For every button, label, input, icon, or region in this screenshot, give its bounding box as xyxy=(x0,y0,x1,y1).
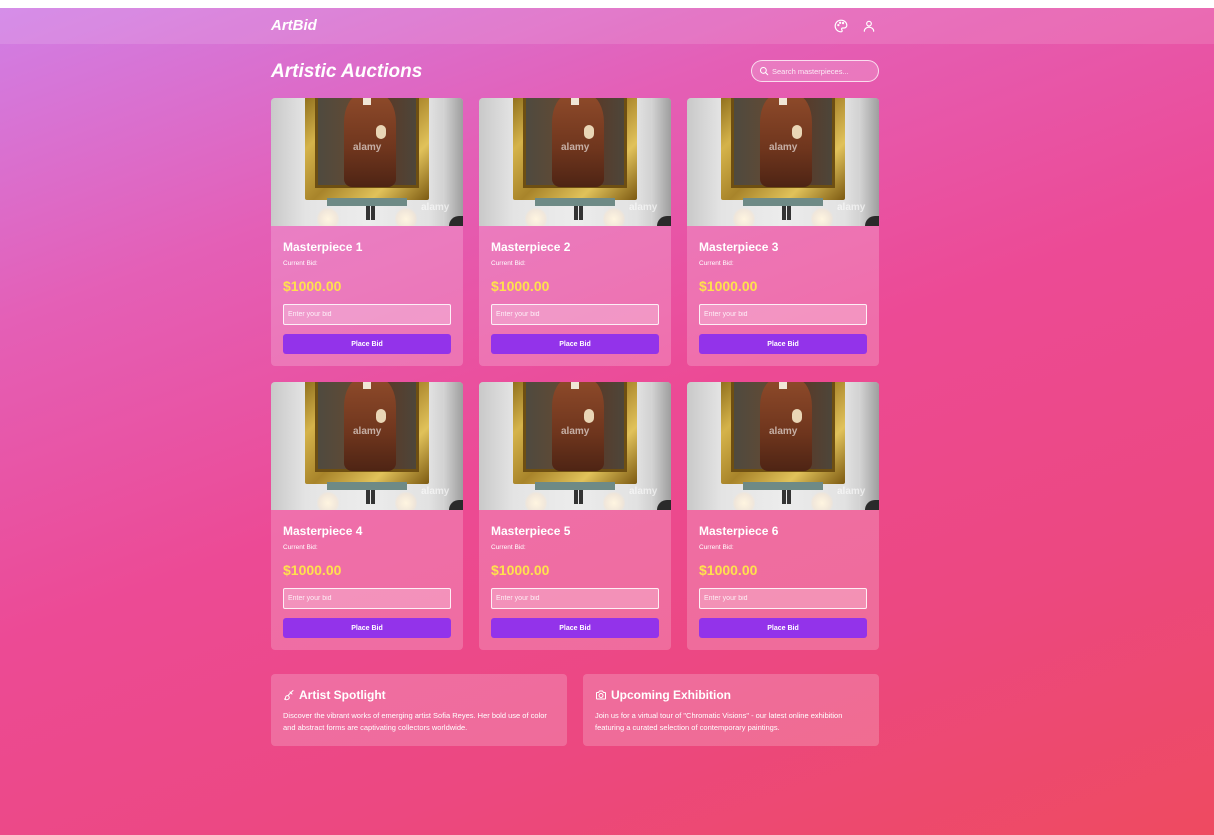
current-bid-value: $1000.00 xyxy=(699,278,758,294)
image-watermark: alamy xyxy=(629,202,658,213)
current-bid-label: Current Bid: xyxy=(491,260,526,267)
place-bid-button[interactable]: Place Bid xyxy=(491,334,659,354)
image-watermark: alamy xyxy=(353,426,382,437)
auction-card: alamy alamy Masterpiece 2 Current Bid: $… xyxy=(479,98,671,366)
auction-card: alamy alamy Masterpiece 5 Current Bid: $… xyxy=(479,382,671,650)
image-watermark: alamy xyxy=(769,426,798,437)
current-bid-label: Current Bid: xyxy=(283,260,318,267)
artwork-image[interactable]: alamy alamy xyxy=(479,382,671,510)
current-bid-label: Current Bid: xyxy=(283,544,318,551)
current-bid-label: Current Bid: xyxy=(491,544,526,551)
image-watermark: alamy xyxy=(629,486,658,497)
bid-input[interactable] xyxy=(699,588,867,609)
image-watermark: alamy xyxy=(421,202,450,213)
image-watermark: alamy xyxy=(421,486,450,497)
place-bid-button[interactable]: Place Bid xyxy=(699,618,867,638)
place-bid-button[interactable]: Place Bid xyxy=(283,618,451,638)
artwork-image[interactable]: alamy alamy xyxy=(687,382,879,510)
artwork-image[interactable]: alamy alamy xyxy=(479,98,671,226)
artist-spotlight-card: Artist Spotlight Discover the vibrant wo… xyxy=(271,674,567,746)
page-title: Artistic Auctions xyxy=(271,61,423,82)
image-watermark: alamy xyxy=(769,142,798,153)
page: ArtBid Artistic Auctions Search masterpi… xyxy=(0,8,1214,835)
current-bid-label: Current Bid: xyxy=(699,544,734,551)
upcoming-exhibition-card: Upcoming Exhibition Join us for a virtua… xyxy=(583,674,879,746)
artist-spotlight-title: Artist Spotlight xyxy=(299,688,386,702)
bid-input[interactable] xyxy=(283,588,451,609)
artwork-image[interactable]: alamy alamy xyxy=(271,98,463,226)
auction-card: alamy alamy Masterpiece 3 Current Bid: $… xyxy=(687,98,879,366)
artwork-title: Masterpiece 6 xyxy=(699,524,779,538)
artwork-title: Masterpiece 3 xyxy=(699,240,779,254)
navbar: ArtBid xyxy=(0,8,1214,44)
image-watermark: alamy xyxy=(837,486,866,497)
brush-icon xyxy=(283,689,295,701)
bid-input[interactable] xyxy=(491,304,659,325)
auction-grid: alamy alamy Masterpiece 1 Current Bid: $… xyxy=(271,98,879,650)
user-icon[interactable] xyxy=(862,19,876,33)
brand-logo[interactable]: ArtBid xyxy=(271,17,317,34)
artwork-title: Masterpiece 2 xyxy=(491,240,571,254)
camera-icon xyxy=(595,689,607,701)
upcoming-exhibition-text: Join us for a virtual tour of "Chromatic… xyxy=(595,711,843,732)
artwork-title: Masterpiece 4 xyxy=(283,524,363,538)
info-section: Artist Spotlight Discover the vibrant wo… xyxy=(271,674,879,746)
bid-input[interactable] xyxy=(283,304,451,325)
artist-spotlight-heading: Artist Spotlight xyxy=(283,688,386,702)
image-watermark: alamy xyxy=(837,202,866,213)
image-watermark: alamy xyxy=(353,142,382,153)
artwork-image[interactable]: alamy alamy xyxy=(271,382,463,510)
search-icon xyxy=(759,66,769,76)
artist-spotlight-text: Discover the vibrant works of emerging a… xyxy=(283,711,547,732)
search-input[interactable] xyxy=(772,64,874,78)
artwork-image[interactable]: alamy alamy xyxy=(687,98,879,226)
image-watermark: alamy xyxy=(561,426,590,437)
current-bid-value: $1000.00 xyxy=(491,278,550,294)
upcoming-exhibition-heading: Upcoming Exhibition xyxy=(595,688,731,702)
search-bar[interactable] xyxy=(751,60,879,82)
auction-card: alamy alamy Masterpiece 1 Current Bid: $… xyxy=(271,98,463,366)
place-bid-button[interactable]: Place Bid xyxy=(491,618,659,638)
current-bid-value: $1000.00 xyxy=(283,562,342,578)
place-bid-button[interactable]: Place Bid xyxy=(699,334,867,354)
bid-input[interactable] xyxy=(699,304,867,325)
image-watermark: alamy xyxy=(561,142,590,153)
current-bid-label: Current Bid: xyxy=(699,260,734,267)
bid-input[interactable] xyxy=(491,588,659,609)
auction-card: alamy alamy Masterpiece 4 Current Bid: $… xyxy=(271,382,463,650)
auction-card: alamy alamy Masterpiece 6 Current Bid: $… xyxy=(687,382,879,650)
artwork-title: Masterpiece 5 xyxy=(491,524,571,538)
current-bid-value: $1000.00 xyxy=(491,562,550,578)
current-bid-value: $1000.00 xyxy=(699,562,758,578)
artwork-title: Masterpiece 1 xyxy=(283,240,363,254)
palette-icon[interactable] xyxy=(834,19,848,33)
current-bid-value: $1000.00 xyxy=(283,278,342,294)
place-bid-button[interactable]: Place Bid xyxy=(283,334,451,354)
upcoming-exhibition-title: Upcoming Exhibition xyxy=(611,688,731,702)
